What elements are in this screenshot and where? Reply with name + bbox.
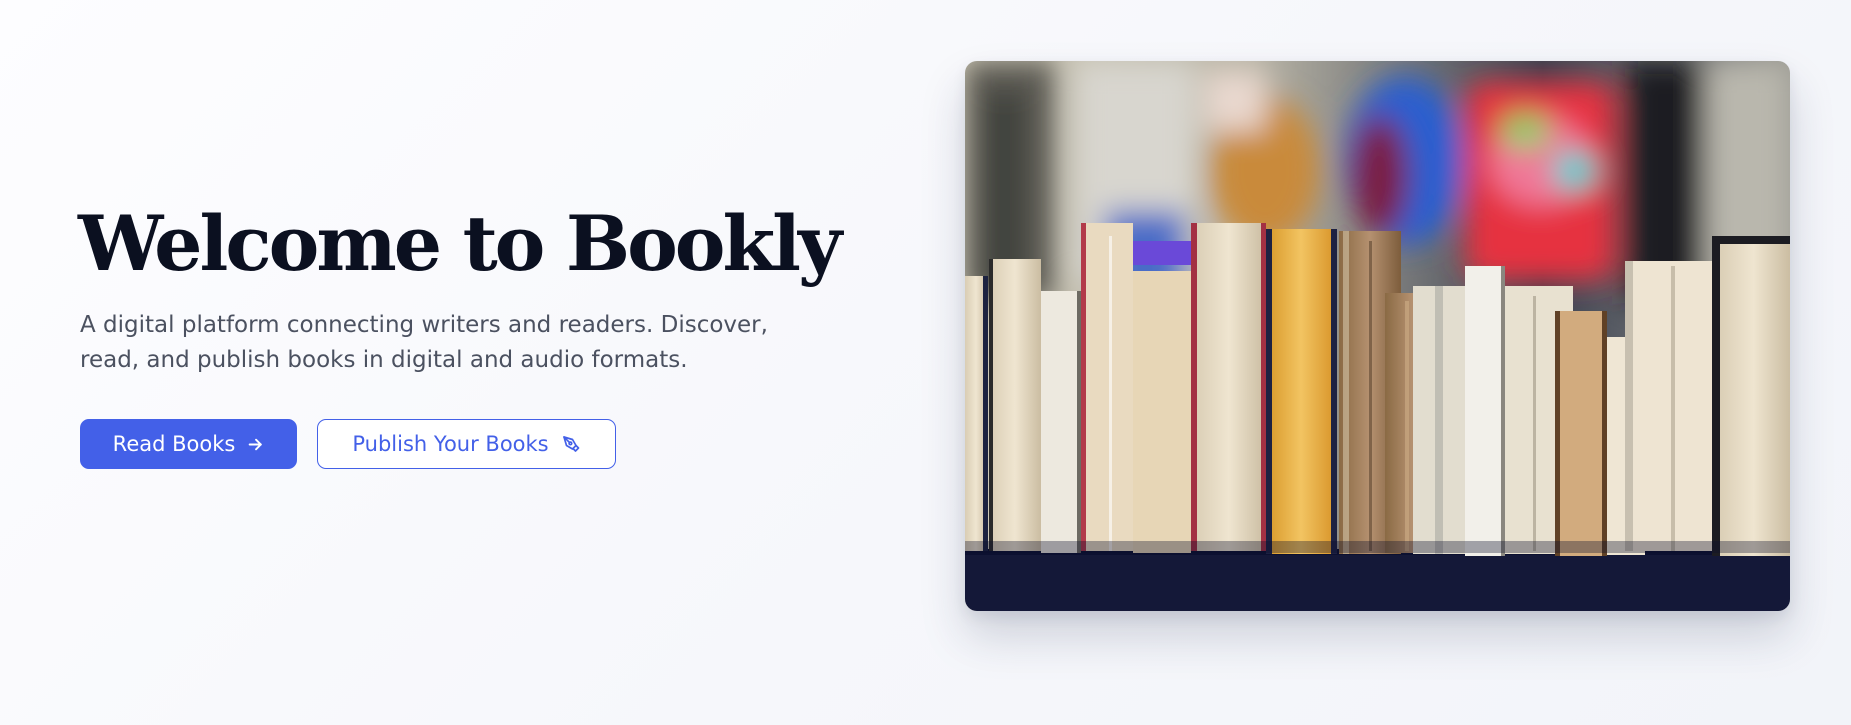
hero-section: Welcome to Bookly A digital platform con… [0, 0, 1851, 725]
publish-books-button[interactable]: Publish Your Books [317, 419, 616, 469]
read-books-button-label: Read Books [112, 432, 236, 456]
hero-image [965, 61, 1790, 611]
arrow-right-icon [247, 436, 264, 453]
pen-nib-icon [561, 434, 581, 454]
read-books-button[interactable]: Read Books [80, 419, 297, 469]
hero-actions: Read Books Publish Your Books [80, 419, 616, 469]
books-photo-illustration [965, 61, 1790, 611]
publish-books-button-label: Publish Your Books [352, 432, 549, 456]
hero-subtitle: A digital platform connecting writers an… [80, 312, 768, 373]
book-spines [965, 223, 1790, 556]
hero-title: Welcome to Bookly [78, 199, 842, 288]
